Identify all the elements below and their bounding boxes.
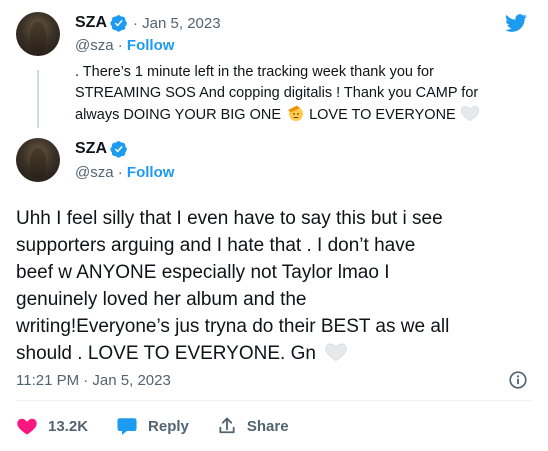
- main-text-line: should . LOVE TO EVERYONE. Gn: [16, 343, 316, 364]
- like-button[interactable]: 13.2K: [16, 416, 88, 436]
- main-text-line-last: should . LOVE TO EVERYONE. Gn: [16, 340, 536, 367]
- author-name[interactable]: SZA: [75, 140, 107, 158]
- like-count: 13.2K: [48, 417, 89, 435]
- author-handle[interactable]: @sza: [75, 164, 114, 181]
- parent-text-line: always DOING YOUR BIG ONE: [75, 107, 281, 123]
- twitter-bird-icon[interactable]: [503, 12, 529, 34]
- parent-text-line-last: always DOING YOUR BIG ONE LOVE TO EVERYO…: [75, 104, 530, 126]
- main-text-line: writing!Everyone’s jus tryna do their BE…: [16, 316, 450, 337]
- main-tweet-text: Uhh I feel silly that I even have to say…: [16, 205, 536, 367]
- verified-badge-icon: [110, 15, 127, 32]
- parent-author-row: SZA · Jan 5, 2023: [75, 14, 221, 32]
- reply-bubble-icon: [117, 418, 137, 435]
- share-upload-icon: [219, 417, 235, 434]
- share-button[interactable]: Share: [217, 416, 289, 436]
- parent-text-tail: LOVE TO EVERYONE: [309, 107, 456, 123]
- saluting-face-emoji-icon: [288, 105, 304, 121]
- main-text-line: Uhh I feel silly that I even have to say…: [16, 208, 443, 229]
- main-handle-row: @sza · Follow: [75, 164, 175, 181]
- parent-text-line: . There’s 1 minute left in the tracking …: [75, 64, 434, 80]
- follow-button[interactable]: Follow: [127, 164, 175, 181]
- author-name[interactable]: SZA: [75, 14, 107, 32]
- parent-text-line: STREAMING SOS And copping digitalis ! Th…: [75, 85, 479, 101]
- white-heart-icon: [325, 343, 347, 362]
- verified-badge-icon: [110, 141, 127, 158]
- author-handle[interactable]: @sza: [75, 37, 114, 54]
- main-text-line: genuinely loved her album and the: [16, 289, 307, 310]
- white-heart-icon: [460, 106, 479, 122]
- action-bar: 13.2K Reply Share: [16, 414, 317, 438]
- info-icon[interactable]: [507, 369, 529, 391]
- main-text-line: supporters arguing and I hate that . I d…: [16, 235, 416, 256]
- follow-button[interactable]: Follow: [127, 37, 175, 54]
- reply-label: Reply: [148, 417, 189, 435]
- tweet-timestamp[interactable]: 11:21 PM · Jan 5, 2023: [16, 372, 171, 389]
- parent-handle-row: @sza · Follow: [75, 37, 175, 54]
- divider: [16, 400, 532, 401]
- main-text-line: beef w ANYONE especially not Taylor lmao…: [16, 262, 390, 283]
- parent-tweet-text: . There’s 1 minute left in the tracking …: [75, 62, 530, 126]
- avatar[interactable]: [16, 12, 60, 56]
- share-label: Share: [246, 417, 289, 435]
- avatar[interactable]: [16, 138, 60, 182]
- tweet-date[interactable]: Jan 5, 2023: [142, 15, 220, 32]
- heart-icon: [17, 418, 37, 435]
- main-author-row: SZA: [75, 140, 128, 158]
- tweet-embed: SZA · Jan 5, 2023 @sza · Follow . There’…: [0, 0, 548, 451]
- thread-connector: [37, 70, 39, 128]
- reply-button[interactable]: Reply: [116, 416, 189, 436]
